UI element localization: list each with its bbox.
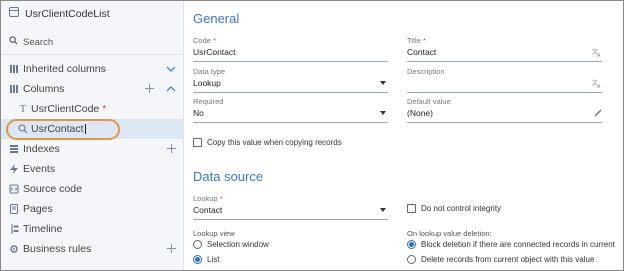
dropdown-arrow-icon[interactable] bbox=[380, 208, 386, 212]
sidebar-item-timeline[interactable]: Timeline bbox=[1, 219, 184, 239]
sidebar-search[interactable]: Search bbox=[9, 36, 53, 48]
required-mark: * bbox=[213, 36, 216, 45]
business-rules-icon bbox=[8, 243, 20, 255]
default-value-value[interactable]: (None) bbox=[407, 108, 602, 120]
sidebar-item-label: Events bbox=[23, 163, 56, 175]
timeline-icon bbox=[8, 223, 20, 235]
highlight-annotation bbox=[6, 119, 120, 140]
code-value[interactable]: UsrContact bbox=[193, 47, 388, 59]
data-type-value[interactable]: Lookup bbox=[193, 78, 388, 90]
dropdown-arrow-icon[interactable] bbox=[380, 111, 386, 115]
sidebar-item-label: Timeline bbox=[23, 223, 63, 235]
events-icon bbox=[8, 163, 20, 175]
checkbox-label: Copy this value when copying records bbox=[207, 138, 342, 147]
required-mark: * bbox=[422, 36, 426, 45]
properties-panel: General Code * UsrContact Title * Contac… bbox=[185, 1, 623, 270]
general-heading: General bbox=[193, 11, 240, 26]
translate-icon[interactable]: 文A bbox=[592, 79, 602, 90]
required-mark: * bbox=[219, 194, 223, 203]
sidebar-item-label: Business rules bbox=[23, 243, 92, 255]
sidebar-item-label: Source code bbox=[23, 183, 82, 195]
checkbox-box[interactable] bbox=[407, 204, 416, 213]
object-icon bbox=[9, 7, 19, 20]
deletion-label: On lookup value deletion: bbox=[407, 229, 492, 238]
indexes-icon bbox=[8, 143, 20, 155]
title-field[interactable]: Title * Contact 文A bbox=[407, 36, 602, 62]
description-field[interactable]: Description 文A bbox=[407, 67, 602, 93]
chevron-down-icon[interactable] bbox=[166, 62, 176, 76]
description-label: Description bbox=[407, 67, 445, 76]
inherited-columns-icon bbox=[8, 63, 20, 75]
radio-selection-window[interactable]: Selection window bbox=[193, 240, 269, 249]
object-title: UsrClientCodeList bbox=[9, 7, 110, 20]
data-type-label: Data type bbox=[193, 67, 226, 76]
svg-text:A: A bbox=[597, 84, 601, 88]
radio-label: List bbox=[207, 255, 220, 264]
radio-button[interactable] bbox=[193, 240, 202, 249]
sidebar-item-usrclientcode[interactable]: T UsrClientCode * bbox=[1, 99, 184, 119]
default-value-field[interactable]: Default value (None) bbox=[407, 97, 602, 123]
sidebar-item-label: Columns bbox=[23, 83, 65, 95]
object-title-text: UsrClientCodeList bbox=[25, 7, 110, 20]
radio-button-selected[interactable] bbox=[407, 240, 416, 249]
code-field[interactable]: Code * UsrContact bbox=[193, 36, 388, 62]
edit-pencil-icon[interactable] bbox=[594, 109, 602, 119]
sidebar-item-pages[interactable]: Pages bbox=[1, 199, 184, 219]
search-icon bbox=[9, 36, 18, 48]
add-icon[interactable] bbox=[145, 82, 154, 96]
sidebar-item-business-rules[interactable]: Business rules bbox=[1, 239, 184, 259]
lookup-label: Lookup bbox=[193, 194, 218, 203]
sidebar-item-label: Pages bbox=[23, 203, 53, 215]
translate-icon[interactable]: 文A bbox=[592, 48, 602, 59]
lookup-value[interactable]: Contact bbox=[193, 205, 388, 217]
lookup-view-label: Lookup view bbox=[193, 229, 235, 238]
lookup-field[interactable]: Lookup * Contact bbox=[193, 194, 388, 220]
radio-button[interactable] bbox=[407, 255, 416, 264]
source-code-icon bbox=[8, 183, 20, 195]
radio-delete-records[interactable]: Delete records from current object with … bbox=[407, 255, 594, 264]
sidebar-item-columns[interactable]: Columns bbox=[1, 79, 184, 99]
pages-icon bbox=[8, 203, 20, 215]
chevron-up-icon[interactable] bbox=[166, 82, 176, 96]
data-type-field[interactable]: Data type Lookup bbox=[193, 67, 388, 93]
required-mark: * bbox=[102, 103, 107, 115]
add-icon[interactable] bbox=[167, 142, 176, 156]
svg-text:A: A bbox=[597, 53, 601, 57]
integrity-checkbox[interactable]: Do not control integrity bbox=[407, 204, 501, 213]
title-value[interactable]: Contact bbox=[407, 47, 602, 59]
checkbox-label: Do not control integrity bbox=[421, 204, 502, 213]
sidebar-item-source-code[interactable]: Source code bbox=[1, 179, 184, 199]
sidebar-item-inherited-columns[interactable]: Inherited columns bbox=[1, 59, 184, 79]
required-value[interactable]: No bbox=[193, 108, 388, 120]
radio-label: Delete records from current object with … bbox=[421, 255, 595, 264]
checkbox-box[interactable] bbox=[193, 138, 202, 147]
add-icon[interactable] bbox=[167, 242, 176, 256]
sidebar-item-label: Inherited columns bbox=[23, 63, 106, 75]
required-label: Required bbox=[193, 97, 224, 106]
text-type-icon: T bbox=[19, 103, 27, 115]
sidebar-item-label: Indexes bbox=[23, 143, 60, 155]
code-label: Code bbox=[193, 36, 211, 45]
radio-label: Block deletion if there are connected re… bbox=[421, 240, 615, 249]
data-source-heading: Data source bbox=[193, 169, 264, 184]
description-value[interactable] bbox=[407, 78, 602, 90]
sidebar: UsrClientCodeList Search Inherited colum… bbox=[1, 1, 184, 270]
dropdown-arrow-icon[interactable] bbox=[380, 81, 386, 85]
sidebar-item-indexes[interactable]: Indexes bbox=[1, 139, 184, 159]
radio-button-selected[interactable] bbox=[193, 255, 202, 264]
sidebar-item-events[interactable]: Events bbox=[1, 159, 184, 179]
radio-list[interactable]: List bbox=[193, 255, 219, 264]
radio-label: Selection window bbox=[207, 240, 269, 249]
required-field[interactable]: Required No bbox=[193, 97, 388, 123]
radio-block-deletion[interactable]: Block deletion if there are connected re… bbox=[407, 240, 615, 249]
default-value-label: Default value bbox=[407, 97, 451, 106]
sidebar-divider bbox=[1, 54, 184, 55]
copy-value-checkbox[interactable]: Copy this value when copying records bbox=[193, 138, 342, 147]
title-label: Title bbox=[407, 36, 421, 45]
search-label: Search bbox=[23, 36, 54, 48]
columns-icon bbox=[8, 83, 20, 95]
sidebar-item-label: UsrClientCode bbox=[31, 103, 100, 115]
